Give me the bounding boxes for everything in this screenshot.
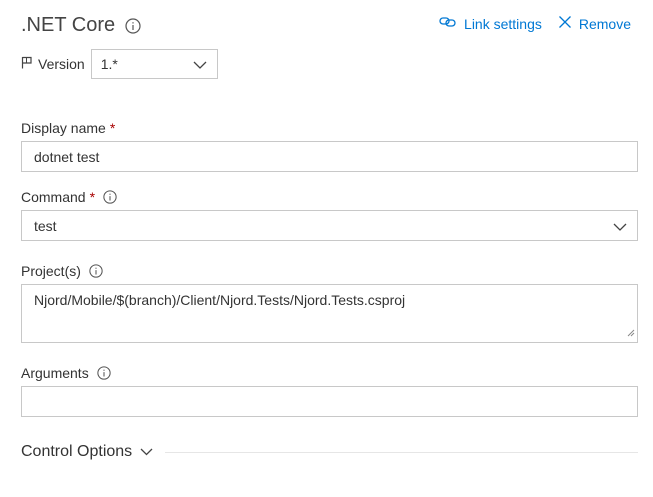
header-actions: Link settings Remove: [439, 15, 631, 32]
version-select[interactable]: 1.*: [90, 49, 218, 79]
close-icon: [558, 15, 572, 32]
info-icon[interactable]: [103, 190, 117, 204]
projects-label: Project(s): [21, 263, 103, 279]
command-label: Command *: [21, 189, 117, 205]
link-icon: [439, 15, 457, 32]
command-value: test: [34, 217, 57, 234]
task-editor-panel: .NET Core Link settings Remove Version 1…: [0, 0, 653, 497]
control-options-section: Control Options: [21, 443, 638, 461]
version-row: Version 1.*: [21, 49, 218, 79]
section-divider: [165, 451, 638, 453]
projects-value: Njord/Mobile/$(branch)/Client/Njord.Test…: [34, 292, 406, 308]
chevron-down-icon: [193, 56, 207, 72]
remove-label: Remove: [578, 15, 631, 32]
task-title: .NET Core: [21, 14, 141, 37]
link-settings-button[interactable]: Link settings: [439, 15, 542, 32]
info-icon[interactable]: [125, 17, 141, 34]
link-settings-label: Link settings: [464, 15, 542, 32]
required-marker: *: [89, 189, 96, 205]
control-options-label: Control Options: [21, 443, 133, 460]
arguments-label: Arguments: [21, 365, 111, 381]
display-name-value: dotnet test: [34, 148, 100, 165]
flag-icon: [21, 56, 33, 72]
version-label: Version: [21, 56, 85, 72]
projects-textarea[interactable]: Njord/Mobile/$(branch)/Client/Njord.Test…: [21, 284, 638, 343]
remove-button[interactable]: Remove: [558, 15, 631, 32]
chevron-down-icon: [613, 218, 627, 234]
display-name-input[interactable]: dotnet test: [21, 141, 638, 172]
resize-grip-icon[interactable]: [627, 324, 635, 340]
display-name-label: Display name *: [21, 120, 115, 136]
projects-label-text: Project(s): [21, 263, 81, 279]
control-options-toggle[interactable]: Control Options: [21, 443, 153, 461]
display-name-label-text: Display name: [21, 120, 106, 136]
arguments-input[interactable]: [21, 386, 638, 417]
required-marker: *: [109, 120, 116, 136]
version-value: 1.*: [100, 56, 118, 72]
task-title-text: .NET Core: [21, 14, 116, 36]
info-icon[interactable]: [89, 264, 103, 278]
info-icon[interactable]: [97, 366, 111, 380]
command-select[interactable]: test: [21, 210, 638, 241]
version-label-text: Version: [38, 56, 85, 72]
arguments-label-text: Arguments: [21, 365, 89, 381]
chevron-down-icon: [140, 443, 153, 461]
command-label-text: Command: [21, 189, 86, 205]
